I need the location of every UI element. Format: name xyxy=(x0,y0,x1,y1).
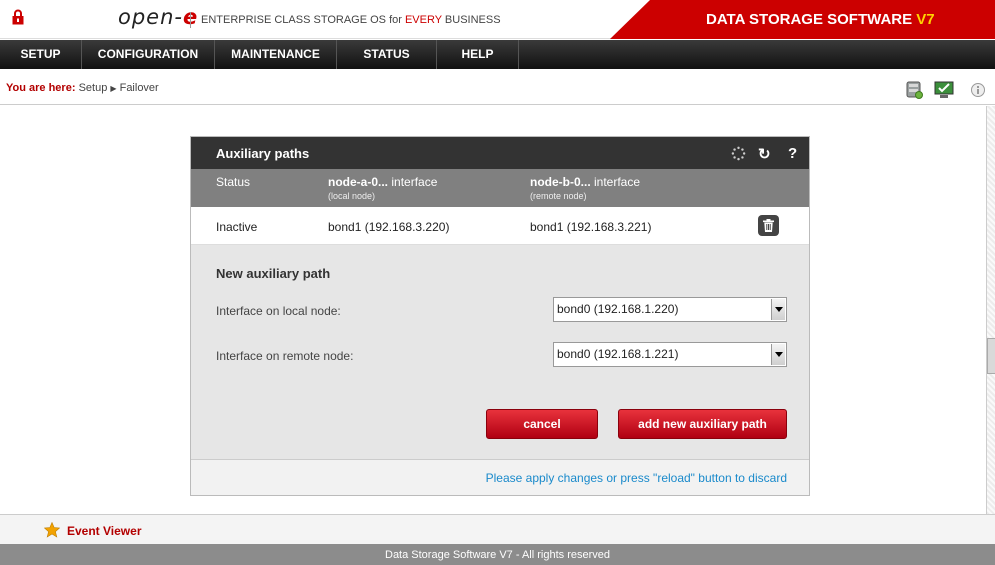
top-header: open-e ENTERPRISE CLASS STORAGE OS for E… xyxy=(0,0,995,39)
panel-title: Auxiliary paths xyxy=(216,146,310,161)
remote-node-label: Interface on remote node: xyxy=(216,349,354,363)
column-remote-interface: node-b-0... interface xyxy=(530,175,641,189)
table-row: Inactive bond1 (192.168.3.220) bond1 (19… xyxy=(191,207,809,245)
copyright-text: Data Storage Software V7 - All rights re… xyxy=(385,549,610,561)
chevron-down-icon xyxy=(771,344,785,365)
panel-header: Auxiliary paths ↻ ? xyxy=(191,137,809,169)
monitor-check-icon[interactable] xyxy=(934,81,954,99)
row-local-interface: bond1 (192.168.3.220) xyxy=(328,220,450,234)
breadcrumb-setup[interactable]: Setup xyxy=(79,82,108,94)
star-icon xyxy=(44,522,60,538)
event-viewer-bar: Event Viewer xyxy=(0,514,995,544)
help-icon[interactable]: ? xyxy=(788,145,797,162)
auxiliary-paths-panel: Auxiliary paths ↻ ? Status node-a-0... i… xyxy=(190,136,810,496)
menu-status[interactable]: STATUS xyxy=(337,40,437,69)
menu-help[interactable]: HELP xyxy=(437,40,519,69)
column-local-sub: (local node) xyxy=(328,191,376,201)
brand-title: DATA STORAGE SOFTWARE V7 xyxy=(706,11,935,28)
chevron-down-icon xyxy=(771,299,785,320)
menu-setup[interactable]: SETUP xyxy=(0,40,82,69)
local-node-select[interactable]: bond0 (192.168.1.220) xyxy=(553,297,787,322)
tagline: ENTERPRISE CLASS STORAGE OS for EVERY BU… xyxy=(201,14,501,26)
spinner-icon xyxy=(731,146,746,161)
lock-icon xyxy=(12,9,24,25)
vertical-scrollbar[interactable] xyxy=(986,106,995,514)
breadcrumb-bar: You are here: Setup ▶ Failover xyxy=(0,69,995,105)
local-node-label: Interface on local node: xyxy=(216,304,341,318)
remote-node-select[interactable]: bond0 (192.168.1.221) xyxy=(553,342,787,367)
table-header: Status node-a-0... interface (local node… xyxy=(191,169,809,207)
breadcrumb: You are here: Setup ▶ Failover xyxy=(6,82,159,94)
info-icon[interactable] xyxy=(970,81,986,99)
storage-info-icon[interactable] xyxy=(904,81,924,99)
menu-configuration[interactable]: CONFIGURATION xyxy=(82,40,215,69)
main-content: Auxiliary paths ↻ ? Status node-a-0... i… xyxy=(0,106,986,514)
cancel-button[interactable]: cancel xyxy=(486,409,598,439)
brand-logo: open-e xyxy=(118,5,197,29)
trash-icon xyxy=(763,219,774,232)
breadcrumb-arrow-icon: ▶ xyxy=(110,84,117,93)
add-auxiliary-path-button[interactable]: add new auxiliary path xyxy=(618,409,787,439)
row-status: Inactive xyxy=(216,220,258,234)
main-menu: SETUP CONFIGURATION MAINTENANCE STATUS H… xyxy=(0,40,995,69)
panel-footer: Please apply changes or press "reload" b… xyxy=(191,459,809,495)
form-title: New auxiliary path xyxy=(216,266,331,281)
column-local-interface: node-a-0... interface xyxy=(328,175,438,189)
apply-changes-note: Please apply changes or press "reload" b… xyxy=(485,471,787,485)
breadcrumb-failover: Failover xyxy=(119,82,159,94)
reload-icon[interactable]: ↻ xyxy=(758,145,771,163)
row-remote-interface: bond1 (192.168.3.221) xyxy=(530,220,652,234)
status-bar: Data Storage Software V7 - All rights re… xyxy=(0,544,995,565)
event-viewer-link[interactable]: Event Viewer xyxy=(67,524,141,538)
tagline-divider xyxy=(190,12,191,28)
column-remote-sub: (remote node) xyxy=(530,191,587,201)
menu-maintenance[interactable]: MAINTENANCE xyxy=(215,40,337,69)
delete-path-button[interactable] xyxy=(758,215,779,236)
new-path-form: New auxiliary path Interface on local no… xyxy=(191,245,809,457)
scrollbar-thumb[interactable] xyxy=(987,338,995,374)
column-status: Status xyxy=(216,175,251,189)
